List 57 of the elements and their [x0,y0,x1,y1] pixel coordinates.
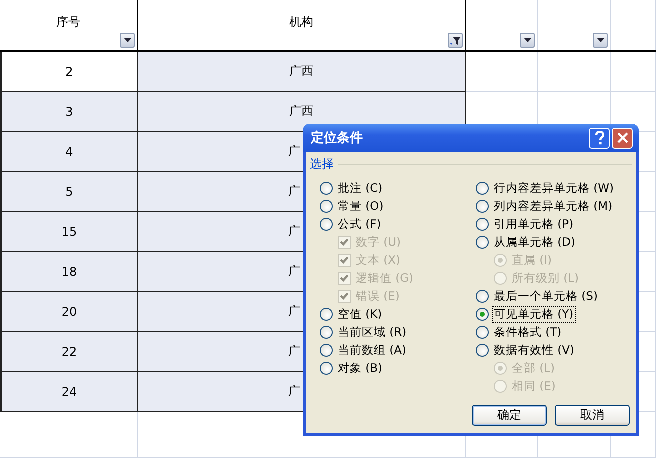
dropdown-button[interactable] [520,33,535,48]
radio-button[interactable] [320,308,333,320]
radio-button[interactable] [476,290,489,302]
radio-button[interactable] [476,200,489,212]
radio-button[interactable] [476,182,489,194]
table-cell: 22 [0,332,138,372]
table-cell: 24 [0,372,138,412]
option-label[interactable]: 公式 (F) [336,216,384,232]
option-label[interactable]: 从属单元格 (D) [492,234,578,250]
option-label[interactable]: 引用单元格 (P) [492,216,576,232]
radio-button[interactable] [476,326,489,338]
cancel-button[interactable]: 取消 [555,405,630,426]
option-label[interactable]: 列内容差异单元格 (M) [492,198,615,214]
table-cell: 广西 [138,92,466,132]
radio-button[interactable] [476,236,489,248]
radio-button[interactable] [320,326,333,338]
table-cell: 18 [0,252,138,292]
table-cell: 4 [0,132,138,172]
column-header: 序号 [56,14,80,30]
radio-button[interactable] [320,344,333,356]
option-label[interactable]: 常量 (O) [336,198,386,214]
table-cell: 广西 [138,52,466,92]
table-cell: 3 [0,92,138,132]
funnel-icon [450,34,462,46]
dropdown-button[interactable] [120,33,135,48]
table-cell: 20 [0,292,138,332]
caret-icon [524,38,532,43]
caret-icon [596,38,604,43]
dropdown-button[interactable] [593,33,608,48]
close-icon [616,132,628,144]
option-label[interactable]: 当前数组 (A) [336,342,408,358]
group-title: 选择 [310,156,334,173]
radio-button[interactable] [476,218,489,230]
table-cell: 2 [0,52,138,92]
radio-button[interactable] [320,182,333,194]
help-button[interactable] [589,128,610,148]
option-label[interactable]: 行内容差异单元格 (W) [492,180,616,196]
table-cell: 15 [0,212,138,252]
radio-button[interactable] [476,344,489,356]
radio-button[interactable] [320,218,333,230]
close-button[interactable] [612,128,633,148]
radio-button[interactable] [320,200,333,212]
radio-button[interactable] [320,362,333,374]
radio-button[interactable] [476,308,489,320]
column-header: 机构 [290,14,314,30]
dialog-title: 定位条件 [311,130,364,147]
option-label[interactable]: 数据有效性 (V) [492,342,576,358]
option-label[interactable]: 条件格式 (T) [492,324,564,340]
ok-button[interactable]: 确定 [472,405,547,426]
filter-button[interactable] [448,33,463,48]
option-label[interactable]: 空值 (K) [336,306,384,322]
caret-icon [124,38,132,43]
option-label[interactable]: 最后一个单元格 (S) [492,288,600,304]
table-cell: 5 [0,172,138,212]
option-label[interactable]: 批注 (C) [336,180,385,196]
question-mark-icon [594,131,604,145]
option-label[interactable]: 可见单元格 (Y) [492,306,576,322]
